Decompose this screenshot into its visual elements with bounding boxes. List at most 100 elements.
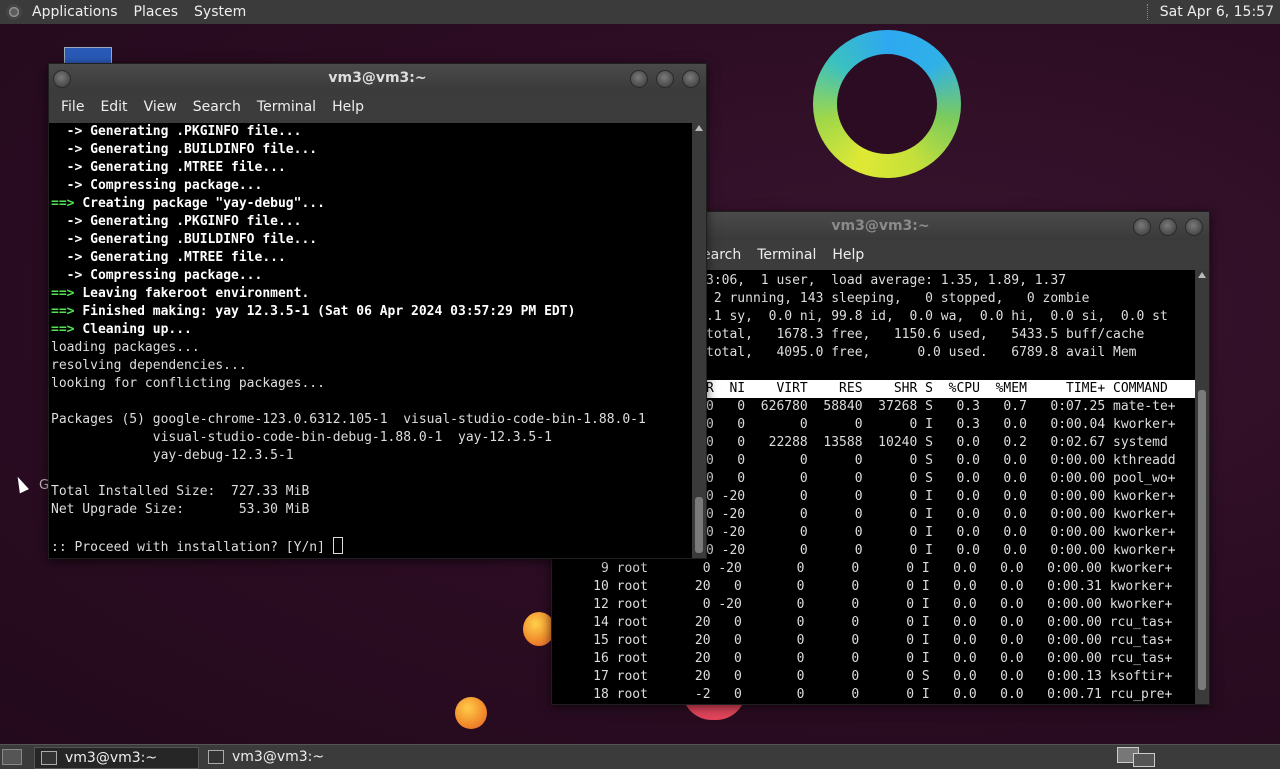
line-prefix: -> (51, 268, 91, 283)
line-text: Generating .MTREE file... (90, 250, 286, 265)
line-text: looking for conflicting packages... (51, 376, 325, 391)
process-row[interactable]: 17 root 20 0 0 0 0 S 0.0 0.0 0:00.13 kso… (554, 668, 1172, 686)
terminal-line: :: Proceed with installation? [Y/n] (51, 537, 692, 555)
line-prefix: ==> (51, 196, 83, 211)
line-text: Finished making: yay 12.3.5-1 (Sat 06 Ap… (82, 304, 576, 319)
top-menu-places[interactable]: Places (126, 0, 187, 24)
terminal-line: loading packages... (51, 339, 692, 357)
line-text: Generating .MTREE file... (90, 160, 286, 175)
wallpaper-ring (813, 30, 961, 178)
workspace-2[interactable] (1133, 753, 1155, 767)
line-prefix: ==> (51, 322, 83, 337)
line-text: Generating .BUILDINFO file... (90, 232, 318, 247)
process-row[interactable]: 16 root 20 0 0 0 0 I 0.0 0.0 0:00.00 rcu… (554, 650, 1172, 668)
menu-edit[interactable]: Edit (92, 99, 135, 115)
close-button[interactable] (1185, 218, 1203, 236)
process-row[interactable]: 14 root 20 0 0 0 0 I 0.0 0.0 0:00.00 rcu… (554, 614, 1172, 632)
minimize-button[interactable] (630, 70, 648, 88)
process-row[interactable]: 12 root 0 -20 0 0 0 I 0.0 0.0 0:00.00 kw… (554, 596, 1172, 614)
top-summary-line: total, 4095.0 free, 0.0 used. 6789.8 ava… (706, 345, 1137, 360)
line-text: Compressing package... (90, 178, 263, 193)
process-row[interactable]: 15 root 20 0 0 0 0 I 0.0 0.0 0:00.00 rcu… (554, 632, 1172, 650)
terminal-line: resolving dependencies... (51, 357, 692, 375)
menu-terminal[interactable]: Terminal (749, 247, 824, 263)
window-menu-button[interactable] (53, 70, 71, 88)
scrollbar[interactable] (692, 123, 706, 558)
process-row[interactable]: 0 0 0 0 0 S 0.0 0.0 0:00.00 pool_wo+ (706, 470, 1176, 488)
top-summary-line: .1 sy, 0.0 ni, 99.8 id, 0.0 wa, 0.0 hi, … (706, 309, 1168, 324)
line-text: Packages (5) google-chrome-123.0.6312.10… (51, 412, 646, 427)
line-prefix: ==> (51, 304, 83, 319)
process-row[interactable]: 0 0 0 0 0 I 0.3 0.0 0:00.04 kworker+ (706, 416, 1176, 434)
taskbar-item-label: vm3@vm3:~ (232, 749, 325, 765)
line-text: Total Installed Size: 727.33 MiB (51, 484, 310, 499)
process-row[interactable]: 0 0 22288 13588 10240 S 0.0 0.2 0:02.67 … (706, 434, 1176, 452)
menu-help[interactable]: Help (324, 99, 372, 115)
menu-help[interactable]: Help (824, 247, 872, 263)
process-row[interactable]: 0 -20 0 0 0 I 0.0 0.0 0:00.00 kworker+ (706, 524, 1176, 542)
process-row[interactable]: 10 root 20 0 0 0 0 I 0.0 0.0 0:00.31 kwo… (554, 578, 1172, 596)
line-text: Cleaning up... (82, 322, 192, 337)
terminal-line: -> Generating .BUILDINFO file... (51, 141, 692, 159)
taskbar-item[interactable]: vm3@vm3:~ (202, 747, 365, 767)
mate-logo-icon[interactable] (6, 4, 22, 20)
scrollbar[interactable] (1195, 270, 1209, 704)
minimize-button[interactable] (1133, 218, 1151, 236)
terminal-output-front[interactable]: -> Generating .PKGINFO file... -> Genera… (49, 123, 692, 558)
line-prefix: -> (51, 160, 91, 175)
process-row[interactable]: 0 -20 0 0 0 I 0.0 0.0 0:00.00 kworker+ (706, 488, 1176, 506)
clock-label[interactable]: Sat Apr 6, 15:57 (1160, 0, 1274, 24)
terminal-window-front[interactable]: vm3@vm3:~ File Edit View Search Terminal Help… (48, 63, 707, 559)
line-prefix: -> (51, 178, 91, 193)
terminal-icon (208, 750, 224, 764)
line-prefix: ==> (51, 286, 83, 301)
terminal-line: Packages (5) google-chrome-123.0.6312.10… (51, 411, 692, 429)
line-text: resolving dependencies... (51, 358, 247, 373)
taskbar-item-label: vm3@vm3:~ (65, 750, 158, 766)
line-text: Generating .PKGINFO file... (90, 214, 302, 229)
scroll-up-arrow-icon[interactable] (695, 125, 703, 131)
line-prefix: -> (51, 232, 91, 247)
process-row[interactable]: 9 root 0 -20 0 0 0 I 0.0 0.0 0:00.00 kwo… (554, 560, 1172, 578)
top-summary-line: 2 running, 143 sleeping, 0 stopped, 0 zo… (706, 291, 1090, 306)
terminal-line: yay-debug-12.3.5-1 (51, 447, 692, 465)
terminal-line: ==> Leaving fakeroot environment. (51, 285, 692, 303)
menu-view[interactable]: View (136, 99, 185, 115)
process-row[interactable]: 0 0 0 0 0 S 0.0 0.0 0:00.00 kthreadd (706, 452, 1176, 470)
line-text: visual-studio-code-bin-debug-1.88.0-1 ya… (51, 430, 552, 445)
line-text: Leaving fakeroot environment. (82, 286, 310, 301)
process-row[interactable]: 0 0 626780 58840 37268 S 0.3 0.7 0:07.25… (706, 398, 1176, 416)
maximize-button[interactable] (1159, 218, 1177, 236)
menu-terminal[interactable]: Terminal (249, 99, 324, 115)
close-button[interactable] (682, 70, 700, 88)
maximize-button[interactable] (656, 70, 674, 88)
line-prefix: -> (51, 250, 91, 265)
process-row[interactable]: 0 -20 0 0 0 I 0.0 0.0 0:00.00 kworker+ (706, 542, 1176, 560)
taskbar-item[interactable]: vm3@vm3:~ (34, 747, 199, 769)
process-row[interactable]: 0 -20 0 0 0 I 0.0 0.0 0:00.00 kworker+ (706, 506, 1176, 524)
top-menu-applications[interactable]: Applications (24, 0, 126, 24)
menu-search[interactable]: Search (185, 99, 249, 115)
terminal-line: -> Generating .MTREE file... (51, 159, 692, 177)
line-text: :: Proceed with installation? [Y/n] (51, 540, 333, 555)
clock[interactable]: Sat Apr 6, 15:57 (1146, 0, 1274, 24)
bottom-panel: vm3@vm3:~ vm3@vm3:~ (0, 744, 1280, 769)
terminal-line: ==> Finished making: yay 12.3.5-1 (Sat 0… (51, 303, 692, 321)
top-menu-system[interactable]: System (186, 0, 254, 24)
wallpaper-ball (455, 697, 487, 729)
show-desktop-icon[interactable] (2, 749, 22, 765)
scroll-up-arrow-icon[interactable] (1198, 272, 1206, 278)
menu-file[interactable]: File (53, 99, 92, 115)
top-panel: Applications Places System Sat Apr 6, 15:5… (0, 0, 1280, 25)
scrollbar-thumb[interactable] (1198, 390, 1206, 690)
workspace-switcher[interactable] (1117, 747, 1155, 767)
terminal-line: -> Generating .MTREE file... (51, 249, 692, 267)
line-prefix: -> (51, 142, 91, 157)
process-row[interactable]: 18 root -2 0 0 0 0 I 0.0 0.0 0:00.71 rcu… (554, 686, 1172, 704)
terminal-line: -> Generating .BUILDINFO file... (51, 231, 692, 249)
menubar: File Edit View Search Terminal Help (49, 92, 706, 122)
line-text: yay-debug-12.3.5-1 (51, 448, 294, 463)
window-titlebar[interactable]: vm3@vm3:~ (49, 64, 706, 92)
scrollbar-thumb[interactable] (695, 497, 703, 553)
